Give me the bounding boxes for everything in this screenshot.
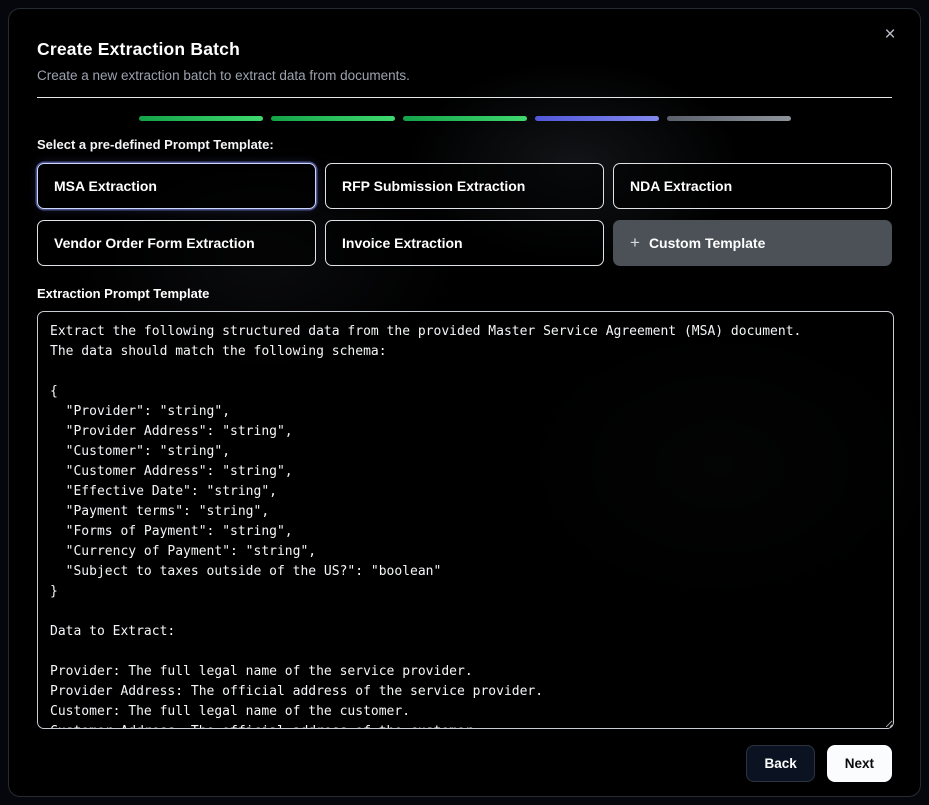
prompt-template-textarea[interactable]: Extract the following structured data fr… [37, 311, 894, 729]
template-custom-template[interactable]: + Custom Template [613, 220, 892, 266]
create-extraction-batch-modal: × Create Extraction Batch Create a new e… [8, 8, 921, 797]
template-label: Invoice Extraction [342, 235, 463, 251]
template-grid: MSA Extraction RFP Submission Extraction… [37, 163, 892, 266]
progress-bar [139, 116, 791, 121]
plus-icon: + [630, 233, 640, 253]
template-nda-extraction[interactable]: NDA Extraction [613, 163, 892, 209]
progress-segment [535, 116, 659, 121]
template-label: MSA Extraction [54, 178, 157, 194]
template-label: Custom Template [649, 235, 765, 251]
template-label: Vendor Order Form Extraction [54, 235, 255, 251]
template-invoice-extraction[interactable]: Invoice Extraction [325, 220, 604, 266]
template-msa-extraction[interactable]: MSA Extraction [37, 163, 316, 209]
template-section-label: Select a pre-defined Prompt Template: [37, 137, 892, 152]
next-button[interactable]: Next [827, 745, 892, 782]
progress-segment [667, 116, 791, 121]
modal-header: Create Extraction Batch Create a new ext… [37, 39, 892, 98]
modal-footer: Back Next [37, 745, 892, 782]
progress-segment [139, 116, 263, 121]
modal-subtitle: Create a new extraction batch to extract… [37, 68, 892, 83]
modal-title: Create Extraction Batch [37, 39, 892, 60]
progress-segment [403, 116, 527, 121]
progress-segment [271, 116, 395, 121]
close-icon: × [884, 24, 895, 45]
template-label: NDA Extraction [630, 178, 732, 194]
template-rfp-submission-extraction[interactable]: RFP Submission Extraction [325, 163, 604, 209]
template-vendor-order-form-extraction[interactable]: Vendor Order Form Extraction [37, 220, 316, 266]
template-label: RFP Submission Extraction [342, 178, 525, 194]
close-button[interactable]: × [878, 23, 902, 47]
back-button[interactable]: Back [746, 745, 814, 782]
prompt-template-label: Extraction Prompt Template [37, 286, 892, 301]
